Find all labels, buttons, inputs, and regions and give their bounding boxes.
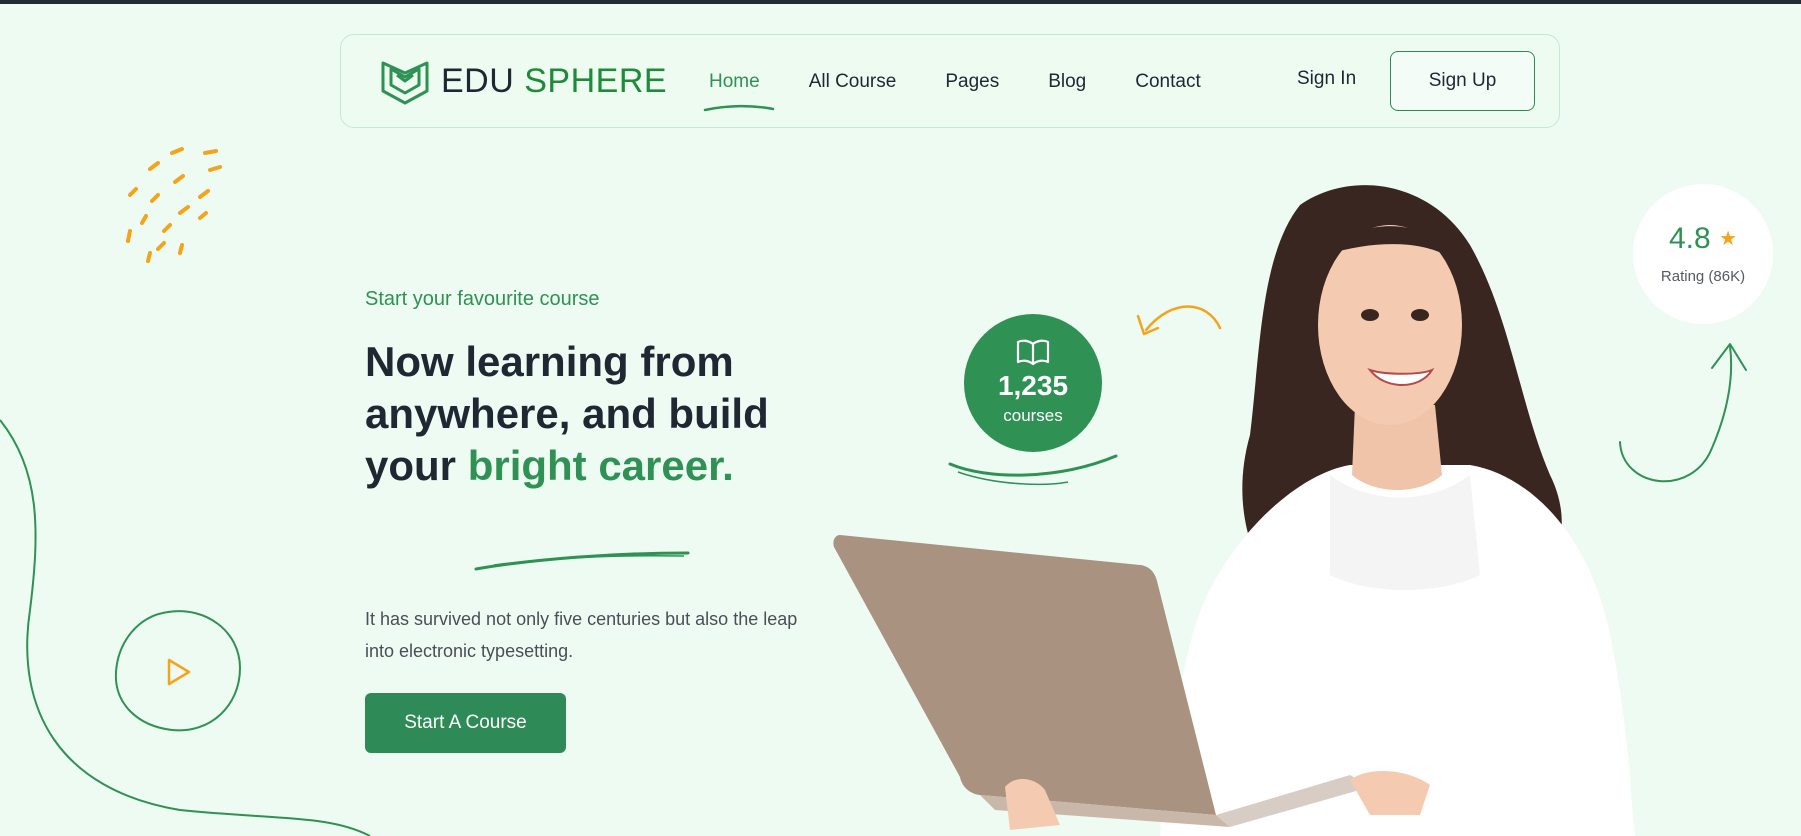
hero-description: It has survived not only five centuries … [365, 609, 798, 661]
top-strip [0, 0, 1801, 4]
star-icon: ★ [1719, 228, 1737, 250]
courses-count: 1,235 [997, 370, 1069, 401]
rating-label: Rating (86K) [1660, 268, 1746, 285]
book-shield-icon [381, 61, 429, 105]
courses-label: courses [1003, 406, 1063, 425]
rating-value: 4.8 ★ [1633, 222, 1773, 256]
nav-home-label: Home [709, 71, 760, 92]
hero-eyebrow: Start your favourite course [365, 288, 600, 310]
play-video-button[interactable] [110, 606, 246, 736]
brand-name-sphere: SPHERE [524, 61, 668, 100]
navbar: EDU SPHERE Home All Course Pages Blog Co… [340, 34, 1560, 128]
nav-pages[interactable]: Pages [945, 71, 999, 93]
courses-count-badge: 1,235 courses [964, 314, 1102, 452]
hero-person-image [833, 185, 1635, 836]
rating-badge: 4.8 ★ Rating (86K) [1633, 184, 1773, 324]
nav-all-course[interactable]: All Course [809, 71, 897, 93]
green-loop-arrow-decoration [1619, 343, 1747, 483]
hero-headline: Now learning from anywhere, and build yo… [365, 336, 825, 492]
sign-in-link[interactable]: Sign In [1297, 68, 1356, 90]
nav-home[interactable]: Home [703, 71, 775, 112]
brand-name-edu: EDU [441, 61, 515, 100]
active-underline [703, 104, 775, 112]
start-course-button[interactable]: Start A Course [365, 693, 566, 753]
brand-name: EDU SPHERE [441, 62, 667, 101]
sign-up-button[interactable]: Sign Up [1390, 51, 1535, 111]
headline-highlight: bright career. [467, 442, 734, 489]
play-icon [167, 658, 191, 686]
nav-contact[interactable]: Contact [1135, 71, 1200, 93]
rating-number: 4.8 [1669, 222, 1711, 255]
headline-underline [474, 551, 690, 571]
brand-logo[interactable]: EDU SPHERE [379, 55, 667, 107]
orange-dashes-decoration [126, 147, 222, 263]
nav-blog[interactable]: Blog [1048, 71, 1086, 93]
main-nav: Home All Course Pages Blog Contact [703, 35, 1250, 129]
open-book-icon [1016, 339, 1050, 366]
orange-arrow-decoration [1136, 305, 1222, 336]
courses-swoosh-decoration [948, 454, 1118, 486]
